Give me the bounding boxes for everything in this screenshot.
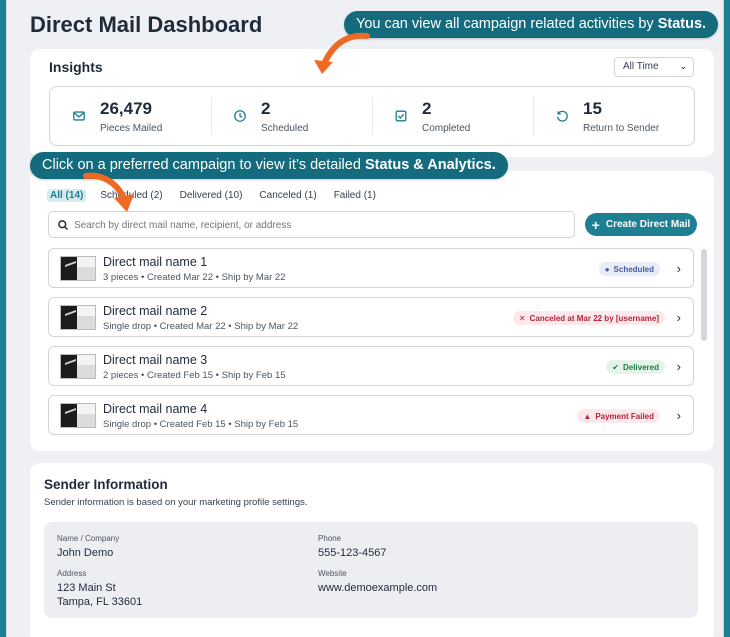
stat-return-to-sender: 15 Return to Sender (533, 87, 694, 145)
status-text: Payment Failed (595, 411, 654, 421)
check-circle-icon: ✔ (612, 362, 619, 372)
status-text: Canceled at Mar 22 by [username] (529, 313, 659, 323)
list-item[interactable]: Direct mail name 3 2 pieces • Created Fe… (48, 346, 694, 386)
address-label: Address (57, 569, 87, 578)
stat-label: Return to Sender (583, 123, 660, 134)
search-input[interactable] (74, 216, 564, 234)
search-icon (58, 220, 69, 231)
stats-panel: 26,479 Pieces Mailed 2 Scheduled 2 Compl… (49, 86, 695, 146)
mail-thumbnail (60, 256, 96, 281)
stat-value: 2 (261, 99, 271, 118)
stat-label: Completed (422, 123, 471, 134)
list-item[interactable]: Direct mail name 4 Single drop • Created… (48, 395, 694, 435)
stat-value: 15 (583, 99, 602, 118)
mail-icon (73, 111, 85, 121)
callout-text: You can view all campaign related activi… (356, 16, 658, 32)
stat-pieces-mailed: 26,479 Pieces Mailed (50, 87, 211, 145)
mail-thumbnail (60, 305, 96, 330)
mail-name: Direct mail name 2 (103, 304, 208, 318)
tab-failed[interactable]: Failed (1) (331, 189, 379, 202)
stat-label: Pieces Mailed (100, 123, 163, 134)
chevron-right-icon: › (676, 310, 681, 325)
chevron-right-icon: › (676, 261, 681, 276)
status-callout: You can view all campaign related activi… (344, 11, 719, 38)
mail-meta: 3 pieces • Created Mar 22 • Ship by Mar … (103, 272, 286, 283)
chevron-right-icon: › (676, 359, 681, 374)
stat-value: 26,479 (100, 99, 152, 118)
status-text: Delivered (622, 362, 659, 372)
status-badge: ✕ Canceled at Mar 22 by [username] (512, 311, 665, 325)
address-line-2: Tampa, FL 33601 (57, 596, 143, 608)
chevron-right-icon: › (676, 408, 681, 423)
address-line-1: 123 Main St (57, 582, 116, 594)
phone-value: 555-123-4567 (318, 547, 387, 559)
website-label: Website (318, 569, 347, 578)
clock-icon (234, 110, 246, 122)
mail-name: Direct mail name 4 (103, 402, 208, 416)
chevron-down-icon: ⌄ (679, 61, 687, 71)
clock-icon: ● (604, 264, 610, 274)
insights-title: Insights (49, 59, 103, 75)
stat-value: 2 (422, 99, 432, 118)
tab-delivered[interactable]: Delivered (10) (177, 189, 246, 202)
status-text: Scheduled (613, 264, 654, 274)
status-badge: ✔ Delivered (606, 360, 665, 374)
sender-subtitle: Sender information is based on your mark… (44, 497, 308, 508)
plus-icon: + (591, 216, 600, 233)
list-item[interactable]: Direct mail name 1 3 pieces • Created Ma… (48, 248, 694, 288)
sender-title: Sender Information (44, 477, 168, 492)
mail-name: Direct mail name 3 (103, 353, 208, 367)
curved-arrow-icon (314, 32, 370, 74)
mail-meta: Single drop • Created Mar 22 • Ship by M… (103, 321, 299, 332)
stat-completed: 2 Completed (372, 87, 533, 145)
app-frame: Direct Mail Dashboard You can view all c… (6, 0, 724, 637)
list-scrollbar[interactable] (701, 249, 707, 341)
stat-scheduled: 2 Scheduled (211, 87, 372, 145)
list-item[interactable]: Direct mail name 2 Single drop • Created… (48, 297, 694, 337)
mail-name: Direct mail name 1 (103, 255, 208, 269)
curved-arrow-icon (83, 172, 134, 212)
page-title: Direct Mail Dashboard (30, 12, 263, 37)
name-value: John Demo (57, 547, 114, 559)
warning-icon: ▲ (583, 411, 592, 421)
mail-thumbnail (60, 403, 96, 428)
name-label: Name / Company (57, 534, 120, 543)
status-badge: ▲ Payment Failed (577, 409, 660, 423)
sender-details: Name / Company John Demo Phone 555-123-4… (44, 522, 698, 618)
mail-thumbnail (60, 354, 96, 379)
create-direct-mail-button[interactable]: + Create Direct Mail (585, 213, 697, 236)
stat-label: Scheduled (261, 123, 309, 134)
checkbox-icon (395, 110, 407, 122)
time-filter-select[interactable]: All Time ⌄ (614, 57, 694, 77)
x-icon: ✕ (518, 313, 526, 323)
phone-label: Phone (318, 534, 342, 543)
website-value: www.demoexample.com (318, 582, 438, 594)
status-badge: ● Scheduled (598, 262, 660, 276)
callout-bold-text: Status. (657, 16, 707, 32)
mail-meta: 2 pieces • Created Feb 15 • Ship by Feb … (103, 370, 286, 381)
return-icon (556, 110, 568, 122)
callout-bold-text: Status & Analytics. (364, 157, 496, 173)
time-filter-value: All Time (623, 61, 659, 72)
tab-canceled[interactable]: Canceled (1) (256, 189, 319, 202)
mail-meta: Single drop • Created Feb 15 • Ship by F… (103, 419, 299, 430)
create-button-label: Create Direct Mail (605, 219, 691, 230)
sender-information-card: Sender Information Sender information is… (30, 463, 714, 637)
